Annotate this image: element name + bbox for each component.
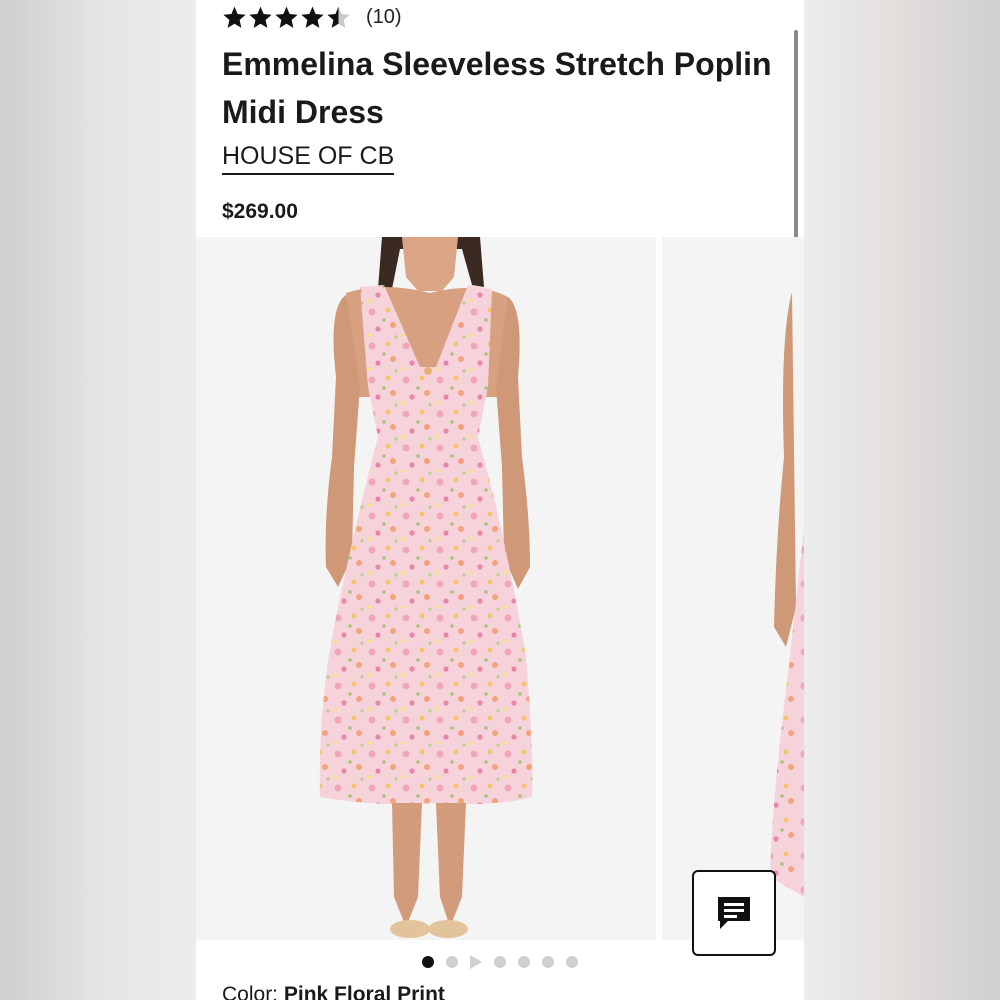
chat-icon [718, 897, 750, 929]
star-icon [223, 6, 246, 28]
rating-stars [222, 5, 352, 30]
rating-row[interactable]: (10) [222, 2, 402, 32]
product-image-next[interactable] [662, 237, 804, 940]
star-icon [327, 6, 350, 28]
color-selector-label: Color: Pink Floral Print [222, 983, 445, 1000]
product-price: $269.00 [222, 200, 298, 223]
pagination-dot[interactable] [494, 956, 506, 968]
product-image-main[interactable] [196, 237, 656, 940]
blurred-background-left [0, 0, 196, 1000]
pagination-dot[interactable] [446, 956, 458, 968]
star-icon [275, 6, 298, 28]
play-icon[interactable] [470, 955, 482, 969]
star-icon [301, 6, 324, 28]
star-icon [249, 6, 272, 28]
product-title: Emmelina Sleeveless Stretch Poplin Midi … [222, 46, 772, 130]
blurred-background-right [804, 0, 1000, 1000]
brand-link[interactable]: HOUSE OF CB [222, 141, 395, 175]
pagination-dot[interactable] [518, 956, 530, 968]
pagination-dot[interactable] [566, 956, 578, 968]
pagination-dot[interactable] [422, 956, 434, 968]
rating-count[interactable]: (10) [366, 6, 402, 29]
chat-button[interactable] [692, 870, 776, 956]
product-page: (10) Emmelina Sleeveless Stretch Poplin … [196, 0, 804, 1000]
pagination-dot[interactable] [542, 956, 554, 968]
color-value: Pink Floral Print [283, 983, 445, 1000]
color-label: Color: [222, 983, 279, 1000]
